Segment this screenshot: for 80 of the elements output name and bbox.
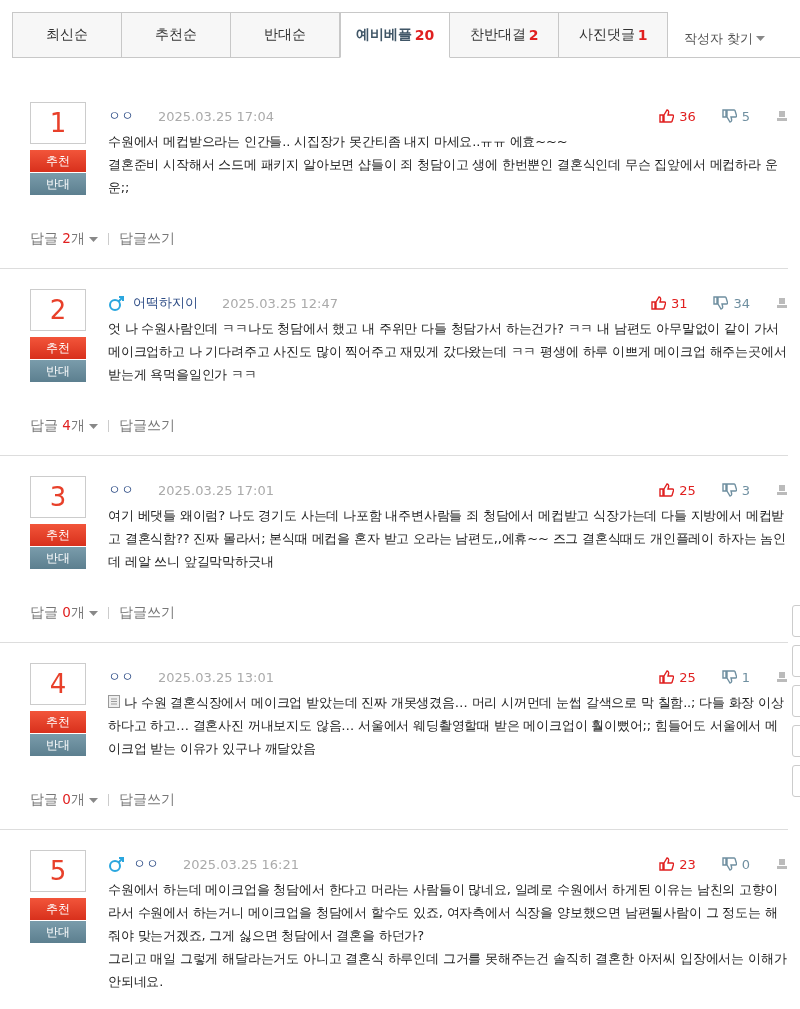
like-count: 25	[679, 669, 696, 685]
sort-tab[interactable]: 예비베플 20	[340, 12, 450, 58]
dislike-count: 1	[741, 669, 750, 685]
downvote-button[interactable]: 반대	[30, 547, 86, 569]
comment-text: 나 수원 결혼식장에서 메이크업 받았는데 진짜 개못생겼음… 머리 시꺼먼데 눈썹 갈색으로 막 칠함..; 다들 화장 이상하다고 하고… 결혼사진 꺼내보지도 않음… 서울에서 웨딩촬영할때 받은 메이크업이 훨이뻤어;; 힘들어도 서울에서 메이크업 받는 이유가 있구나 깨달았음	[108, 694, 785, 758]
comment-date: 2025.03.25 12:47	[222, 295, 339, 311]
downvote-button[interactable]: 반대	[30, 360, 86, 382]
caret-icon	[756, 36, 766, 41]
caret-icon	[88, 797, 98, 803]
rank-number: 1	[30, 102, 86, 144]
report-icon[interactable]	[776, 858, 788, 870]
document-icon	[108, 695, 120, 708]
report-icon[interactable]	[776, 484, 788, 496]
dislike-count: 34	[733, 295, 750, 311]
thumbs-up-icon[interactable]	[659, 483, 675, 497]
comment-text: 수원에서 메컵받으라는 인간들.. 시집장가 못간티좀 내지 마세요..ㅠㅠ 에효~~~	[108, 133, 569, 151]
thumbs-down-icon[interactable]	[713, 296, 729, 310]
like-count: 31	[670, 295, 688, 311]
report-icon[interactable]	[776, 297, 788, 309]
report-icon[interactable]	[776, 110, 788, 122]
replies-toggle[interactable]: 답글 0개	[30, 791, 98, 809]
write-reply-link[interactable]: 답글쓰기	[118, 230, 175, 248]
downvote-button[interactable]: 반대	[30, 173, 86, 195]
comment-text: 엇 나 수원사람인데 ㅋㅋ나도 청담에서 했고 내 주위만 다들 청담가서 하는건가? ㅋㅋ 내 남편도 아무말없이 같이 가서 메이크업하고 나 기다려주고 사진도 많이 찍어주고 재밌게 갔다왔는데 ㅋㅋ 평생에 하루 이쁘게 메이크업 해주는곳에서 받는게 욕먹을일인가 ㅋㅋ	[108, 320, 788, 384]
comment-text: 수원에서 하는데 메이크업을 청담에서 한다고 머라는 사람들이 많네요, 일례로 수원에서 하게된 이유는 남친의 고향이라서 수원에서 하는거니 메이크업을 청담에서 할수도 있죠, 여자측에서 식장을 양보했으면 남편될사람이 그 정도는 해줘야 맞는거겠죠, 그게 싫으면 청담에서 결혼을 하던가?	[108, 881, 779, 945]
like-count: 23	[679, 856, 696, 872]
dislike-count: 5	[741, 108, 750, 124]
write-reply-link[interactable]: 답글쓰기	[118, 604, 175, 622]
upvote-button[interactable]: 추천	[30, 150, 86, 172]
like-count: 25	[679, 482, 696, 498]
upvote-button[interactable]: 추천	[30, 337, 86, 359]
write-reply-link[interactable]: 답글쓰기	[118, 791, 175, 809]
report-icon[interactable]	[776, 671, 788, 683]
male-icon	[108, 855, 125, 873]
like-count: 36	[679, 108, 696, 124]
author-search-dropdown[interactable]: 작성자 찾기	[684, 12, 766, 57]
thumbs-up-icon[interactable]	[650, 296, 666, 310]
sort-tab[interactable]: 추천순	[122, 12, 231, 57]
upvote-button[interactable]: 추천	[30, 524, 86, 546]
author-name[interactable]: ㅇㅇ	[108, 481, 134, 499]
comment-date: 2025.03.25 17:01	[158, 482, 275, 498]
caret-icon	[88, 236, 98, 242]
author-name[interactable]: ㅇㅇ	[133, 855, 159, 873]
thumbs-down-icon[interactable]	[721, 857, 737, 871]
downvote-button[interactable]: 반대	[30, 921, 86, 943]
author-name[interactable]: 어떡하지이	[133, 294, 198, 312]
comment-text: 여기 베댓들 왜이럼? 나도 경기도 사는데 나포함 내주변사람들 죄 청담에서 메컵받고 식장가는데 다들 지방에서 메컵받고 결혼식함?? 진짜 몰라서; 본식때 메컵을 혼자 받고 오라는 남편도,,에휴~~ 즈그 결혼식때도 개인플레이 하자는 놈인데 레알 쓰니 앞길막막하긋내	[108, 507, 787, 571]
comment-text: 그리고 매일 그렇게 해달라는거도 아니고 결혼식 하루인데 그거를 못해주는건 솔직히 결혼한 아저씨 입장에서는 이해가 안되네요.	[108, 950, 788, 991]
upvote-button[interactable]: 추천	[30, 898, 86, 920]
rank-number: 4	[30, 663, 86, 705]
male-icon	[108, 294, 125, 312]
rank-number: 2	[30, 289, 86, 331]
comment-text: 결혼준비 시작해서 스드메 패키지 알아보면 샵들이 죄 청담이고 생에 한번뿐인 결혼식인데 무슨 집앞에서 메컵하라 운운;;	[108, 156, 779, 197]
replies-toggle[interactable]: 답글 4개	[30, 417, 98, 435]
dislike-count: 3	[741, 482, 750, 498]
rank-number: 3	[30, 476, 86, 518]
upvote-button[interactable]: 추천	[30, 711, 86, 733]
dislike-count: 0	[741, 856, 750, 872]
comment-date: 2025.03.25 17:04	[158, 108, 275, 124]
thumbs-up-icon[interactable]	[659, 857, 675, 871]
caret-icon	[88, 423, 98, 429]
caret-icon	[88, 610, 98, 616]
thumbs-down-icon[interactable]	[721, 109, 737, 123]
thumbs-down-icon[interactable]	[721, 670, 737, 684]
sort-tab[interactable]: 사진댓글 1	[559, 12, 668, 57]
thumbs-down-icon[interactable]	[721, 483, 737, 497]
sort-tab[interactable]: 최신순	[12, 12, 122, 57]
sort-tab[interactable]: 반대순	[231, 12, 340, 57]
replies-toggle[interactable]: 답글 0개	[30, 604, 98, 622]
write-reply-link[interactable]: 답글쓰기	[118, 417, 175, 435]
rank-number: 5	[30, 850, 86, 892]
comment-date: 2025.03.25 16:21	[183, 856, 300, 872]
thumbs-up-icon[interactable]	[659, 109, 675, 123]
author-name[interactable]: ㅇㅇ	[108, 107, 134, 125]
downvote-button[interactable]: 반대	[30, 734, 86, 756]
sort-tab[interactable]: 찬반대결 2	[450, 12, 559, 57]
replies-toggle[interactable]: 답글 2개	[30, 230, 98, 248]
comment-date: 2025.03.25 13:01	[158, 669, 275, 685]
author-name[interactable]: ㅇㅇ	[108, 668, 134, 686]
thumbs-up-icon[interactable]	[659, 670, 675, 684]
